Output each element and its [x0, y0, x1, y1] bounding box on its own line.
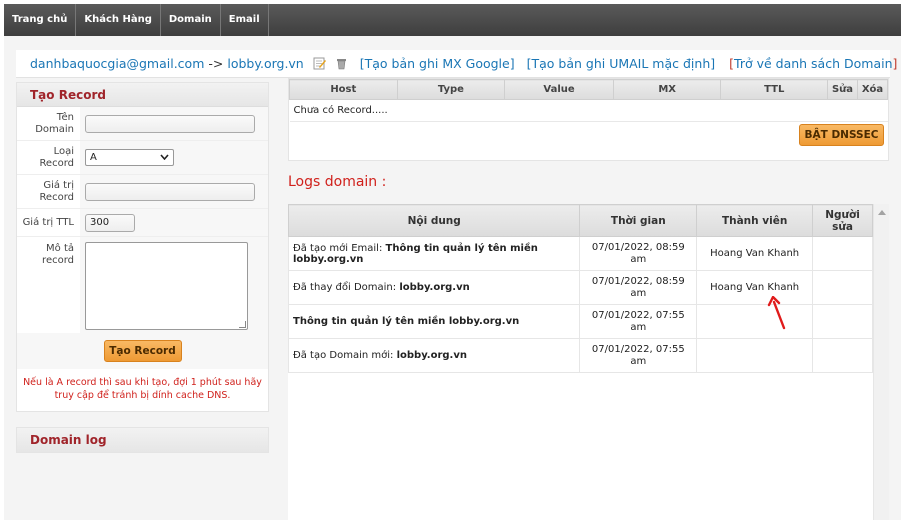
- red-arrow-icon: [767, 296, 786, 330]
- logs-panel: Nội dung Thời gian Thành viên Người sửa …: [287, 204, 889, 520]
- log-member: Hoang Van Khanh: [696, 236, 814, 271]
- nav-item-home[interactable]: Trang chủ: [4, 4, 77, 36]
- create-mx-google-link[interactable]: [Tạo bản ghi MX Google]: [360, 56, 515, 71]
- back-to-domain-list-link[interactable]: Trở về danh sách Domain: [734, 56, 892, 71]
- log-editor: [812, 338, 873, 373]
- trash-icon[interactable]: [335, 57, 348, 70]
- records-panel: Host Type Value MX TTL Sửa Xóa Chưa có R…: [288, 78, 889, 161]
- log-editor: [812, 270, 873, 305]
- owner-email[interactable]: danhbaquocgia@gmail.com: [30, 56, 204, 71]
- logs-title: Logs domain :: [288, 174, 387, 190]
- description-label: Mô tả record: [42, 243, 74, 266]
- col-time: Thời gian: [579, 204, 698, 237]
- col-member: Thành viên: [696, 204, 814, 237]
- log-action: Đã thay đổi Domain:: [293, 282, 400, 293]
- log-subject: Thông tin quản lý tên miền lobby.org.vn: [293, 316, 520, 327]
- chevron-down-icon: [160, 152, 169, 163]
- log-member: Hoang Van Khanh: [696, 270, 814, 305]
- record-value-input[interactable]: [85, 182, 255, 201]
- main-content: danhbaquocgia@gmail.com -> lobby.org.vn …: [4, 36, 901, 520]
- log-editor: [812, 236, 873, 271]
- col-editor: Người sửa: [812, 204, 873, 237]
- col-host: Host: [289, 79, 398, 100]
- log-content: Đã thay đổi Domain: lobby.org.vn: [287, 270, 581, 305]
- create-record-title: Tạo Record: [17, 83, 268, 107]
- log-member: [696, 304, 814, 339]
- log-subject: lobby.org.vn: [399, 282, 470, 293]
- nav-item-domain[interactable]: Domain: [161, 4, 221, 36]
- log-action: Đã tạo mới Email:: [293, 242, 386, 254]
- col-delete: Xóa: [856, 79, 889, 100]
- log-time: 07/01/2022, 08:59 am: [579, 270, 698, 305]
- nav-item-email[interactable]: Email: [221, 4, 269, 36]
- record-type-label: Loại Record: [39, 145, 74, 169]
- log-time: 07/01/2022, 07:55 am: [579, 338, 698, 373]
- scroll-up-icon[interactable]: [878, 210, 886, 215]
- dns-cache-note: Nếu là A record thì sau khi tạo, đợi 1 p…: [23, 377, 262, 401]
- col-type: Type: [396, 79, 506, 100]
- log-content: Đã tạo Domain mới: lobby.org.vn: [287, 338, 581, 373]
- ttl-label: Giá trị TTL: [22, 216, 74, 228]
- col-ttl: TTL: [720, 79, 829, 100]
- log-row: Đã tạo mới Email: Thông tin quản lý tên …: [287, 236, 873, 271]
- domain-name-label: Tên Domain: [35, 111, 74, 135]
- log-editor: [812, 304, 873, 339]
- ttl-value: 300: [90, 217, 110, 228]
- nav-item-customers[interactable]: Khách Hàng: [76, 4, 161, 36]
- logs-scrollbar[interactable]: [873, 204, 889, 520]
- domain-name[interactable]: lobby.org.vn: [227, 56, 303, 71]
- records-empty-text: Chưa có Record.....: [289, 99, 888, 122]
- create-record-button[interactable]: Tạo Record: [103, 340, 182, 362]
- ttl-input[interactable]: 300: [85, 213, 135, 232]
- domain-log-title[interactable]: Domain log: [16, 427, 269, 453]
- domain-header: danhbaquocgia@gmail.com -> lobby.org.vn …: [16, 50, 897, 78]
- domain-name-input[interactable]: [85, 114, 255, 133]
- log-member: [696, 338, 814, 373]
- edit-icon[interactable]: [313, 57, 326, 70]
- col-edit: Sửa: [827, 79, 858, 100]
- log-row: Đã tạo Domain mới: lobby.org.vn 07/01/20…: [287, 338, 873, 373]
- log-time: 07/01/2022, 08:59 am: [579, 236, 698, 271]
- log-content: Thông tin quản lý tên miền lobby.org.vn: [287, 304, 581, 339]
- create-umail-link[interactable]: [Tạo bản ghi UMAIL mặc định]: [527, 56, 716, 71]
- log-subject: lobby.org.vn: [396, 350, 467, 361]
- log-content: Đã tạo mới Email: Thông tin quản lý tên …: [287, 236, 581, 271]
- col-value: Value: [504, 79, 614, 100]
- logs-table: Nội dung Thời gian Thành viên Người sửa …: [287, 204, 873, 373]
- record-type-value: A: [90, 152, 97, 163]
- records-table: Host Type Value MX TTL Sửa Xóa Chưa có R…: [289, 79, 889, 122]
- arrow-text: ->: [208, 56, 224, 71]
- log-action: Đã tạo Domain mới:: [293, 350, 397, 361]
- log-time: 07/01/2022, 07:55 am: [579, 304, 698, 339]
- resize-grip-icon[interactable]: [239, 321, 246, 328]
- top-nav: Trang chủ Khách Hàng Domain Email: [4, 4, 901, 36]
- description-textarea[interactable]: [85, 242, 248, 330]
- record-value-label: Giá trị Record: [39, 179, 74, 203]
- enable-dnssec-button[interactable]: BẬT DNSSEC: [799, 124, 884, 146]
- record-type-select[interactable]: A: [85, 149, 174, 166]
- create-record-panel: Tạo Record Tên Domain Loại Record A Giá …: [16, 82, 269, 412]
- col-mx: MX: [612, 79, 722, 100]
- bracket-close: ]: [892, 56, 898, 71]
- col-content: Nội dung: [287, 204, 581, 237]
